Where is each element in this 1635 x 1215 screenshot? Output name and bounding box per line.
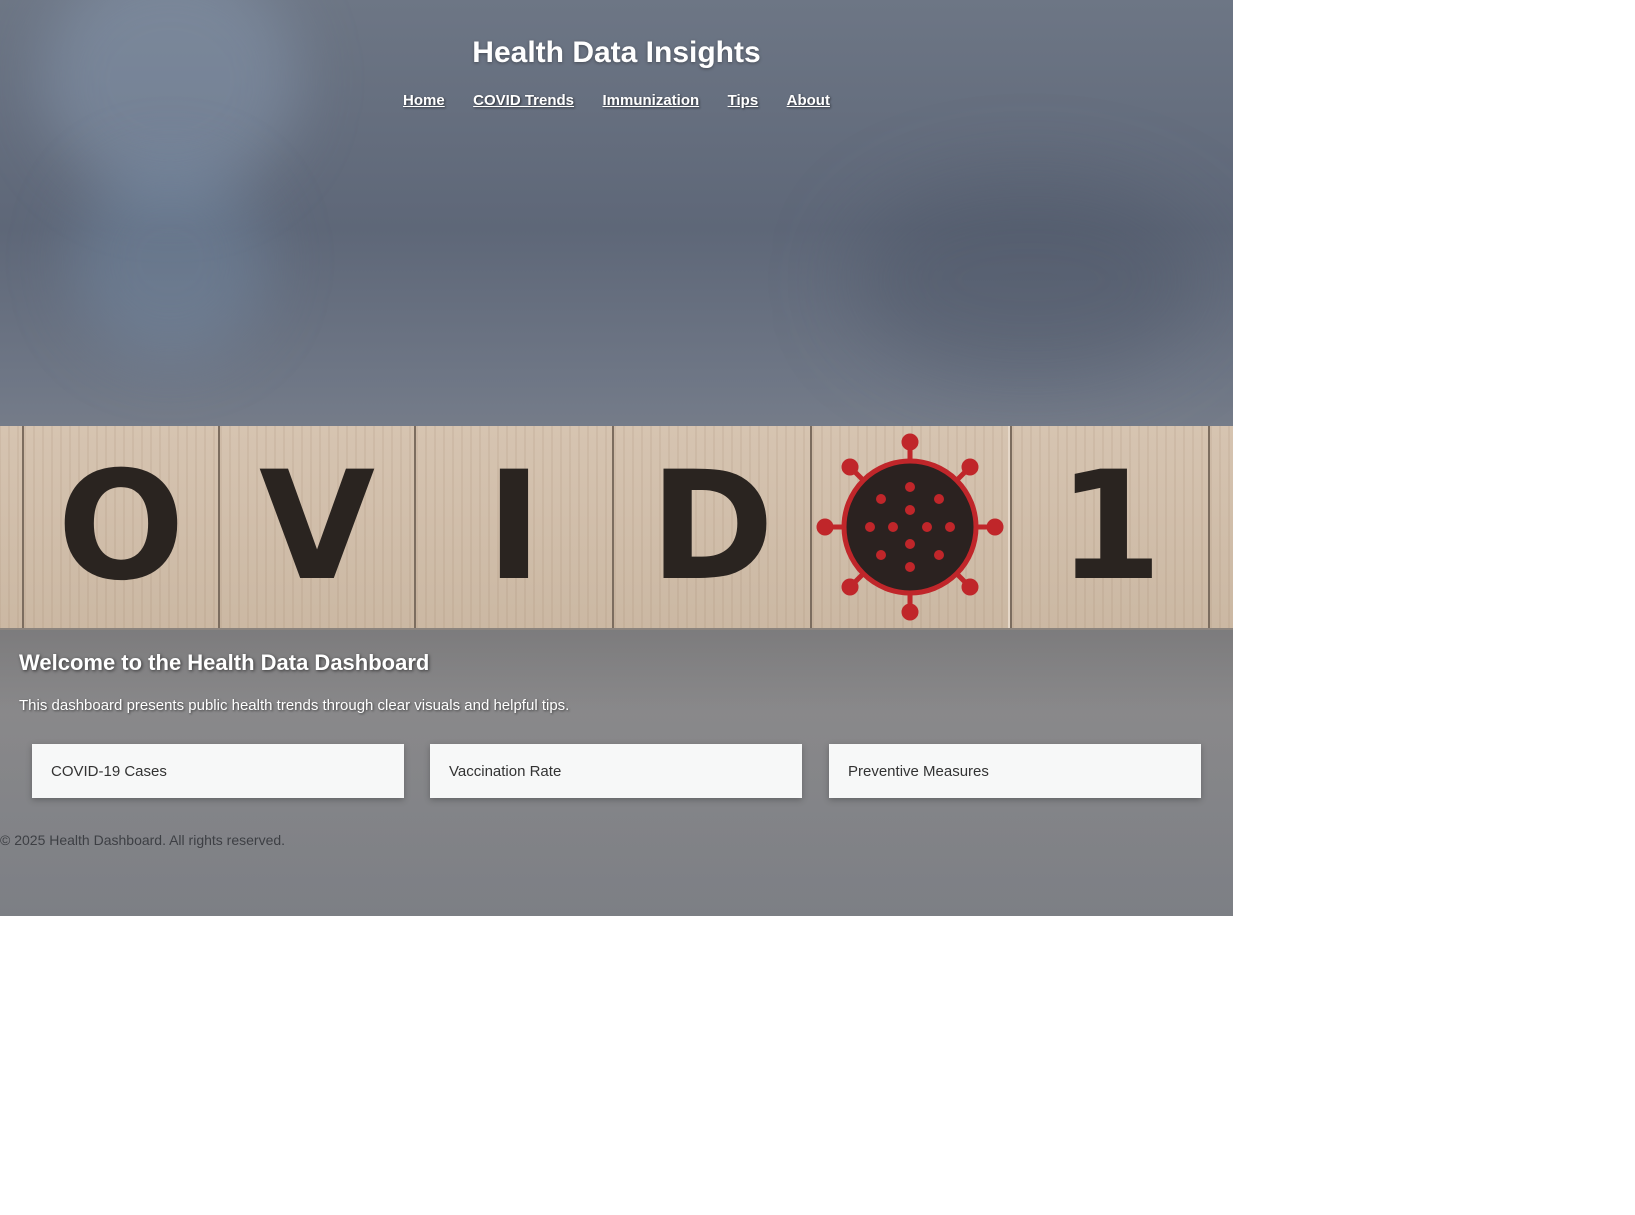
block-letter: O	[57, 440, 185, 614]
block-letter: 1	[1057, 440, 1163, 614]
card-label: Vaccination Rate	[449, 762, 562, 780]
letter-blocks-image: O V I D 1	[0, 426, 1233, 630]
card-vaccination-rate[interactable]: Vaccination Rate	[430, 744, 802, 798]
letter-block-virus	[810, 426, 1010, 628]
letter-block: 1	[1010, 426, 1210, 628]
footer-text: © 2025 Health Dashboard. All rights rese…	[0, 832, 286, 848]
letter-block-partial	[0, 426, 24, 628]
nav-link-tips[interactable]: Tips	[728, 92, 759, 109]
nav-link-home[interactable]: Home	[403, 92, 445, 109]
block-letter: D	[649, 440, 775, 614]
nav-link-covid-trends[interactable]: COVID Trends	[473, 92, 574, 109]
background-blur	[850, 180, 1210, 380]
block-letter: V	[258, 440, 376, 614]
card-covid-cases[interactable]: COVID-19 Cases	[32, 744, 404, 798]
card-label: Preventive Measures	[848, 762, 989, 780]
main-nav: Home COVID Trends Immunization Tips Abou…	[0, 92, 1233, 110]
block-letter: I	[486, 440, 542, 614]
background-blur	[70, 160, 270, 360]
intro-text: This dashboard presents public health tr…	[19, 697, 570, 714]
letter-block: I	[414, 426, 614, 628]
virus-icon	[816, 433, 1004, 621]
letter-block: V	[218, 426, 416, 628]
letter-block-partial	[1208, 426, 1233, 628]
welcome-heading: Welcome to the Health Data Dashboard	[19, 650, 430, 675]
letter-block: O	[22, 426, 220, 628]
card-preventive-measures[interactable]: Preventive Measures	[829, 744, 1201, 798]
letter-block: D	[612, 426, 812, 628]
nav-link-immunization[interactable]: Immunization	[602, 92, 699, 109]
hero-background: O V I D 1 Health Data Insights Home COVI…	[0, 0, 1233, 916]
card-label: COVID-19 Cases	[51, 762, 167, 780]
site-title: Health Data Insights	[472, 36, 761, 69]
nav-link-about[interactable]: About	[787, 92, 830, 109]
